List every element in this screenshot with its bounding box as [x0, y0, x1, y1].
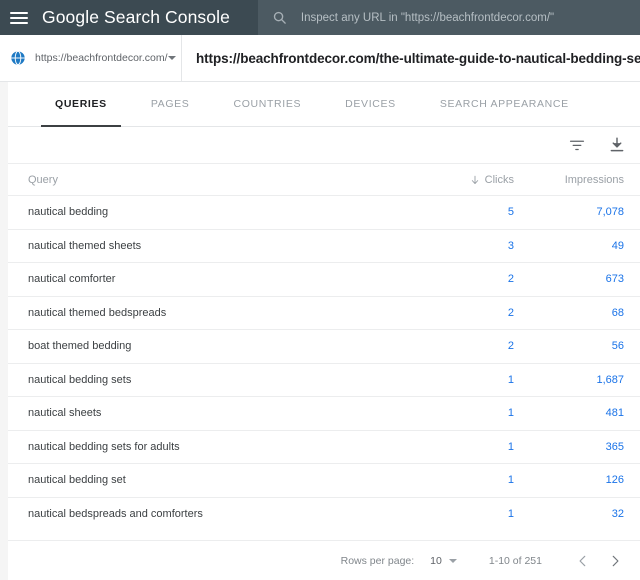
rows-per-page-label: Rows per page:: [340, 554, 415, 567]
cell-impressions[interactable]: 126: [514, 474, 624, 486]
search-icon: [273, 11, 286, 24]
cell-query: nautical themed bedspreads: [28, 306, 167, 319]
app-brand: Google Search Console: [42, 7, 230, 28]
table-row[interactable]: nautical sheets 1 481: [8, 396, 640, 430]
performance-card: QUERIES PAGES COUNTRIES DEVICES SEARCH A…: [8, 82, 640, 580]
url-inspection-search[interactable]: Inspect any URL in "https://beachfrontde…: [257, 0, 640, 35]
table-row[interactable]: nautical bedding 5 7,078: [8, 195, 640, 229]
cell-query: nautical comforter: [28, 273, 116, 286]
brand-product: Search Console: [104, 7, 230, 27]
globe-icon: [11, 50, 25, 66]
cell-clicks[interactable]: 1: [394, 441, 514, 453]
cell-clicks[interactable]: 2: [394, 340, 514, 352]
page-body: QUERIES PAGES COUNTRIES DEVICES SEARCH A…: [0, 82, 640, 580]
next-page-button[interactable]: [604, 550, 626, 572]
chevron-right-icon: [612, 555, 619, 566]
cell-query: nautical bedding: [28, 206, 109, 219]
tab-pages-label: PAGES: [150, 98, 190, 110]
cell-clicks[interactable]: 5: [394, 206, 514, 218]
dimension-tabs: QUERIES PAGES COUNTRIES DEVICES SEARCH A…: [8, 82, 640, 127]
cell-impressions[interactable]: 673: [514, 273, 624, 285]
table-row[interactable]: nautical bedding set 1 126: [8, 463, 640, 497]
table-row[interactable]: nautical themed bedspreads 2 68: [8, 295, 640, 330]
chevron-left-icon: [579, 555, 586, 566]
column-header-impressions[interactable]: Impressions: [514, 174, 624, 186]
cell-impressions[interactable]: 32: [514, 508, 624, 520]
cell-clicks[interactable]: 3: [394, 240, 514, 252]
prev-page-button[interactable]: [572, 550, 594, 572]
cell-impressions[interactable]: 68: [514, 307, 624, 319]
chevron-down-icon[interactable]: [167, 56, 176, 60]
search-input-placeholder[interactable]: Inspect any URL in "https://beachfrontde…: [301, 12, 554, 24]
cell-query: nautical bedspreads and comforters: [28, 507, 203, 520]
tab-countries-label: COUNTRIES: [233, 98, 302, 110]
cell-query: nautical sheets: [28, 407, 102, 420]
app-bar: Google Search Console Inspect any URL in…: [0, 0, 640, 35]
cell-impressions[interactable]: 481: [514, 407, 624, 419]
column-header-query: Query: [28, 173, 58, 186]
cell-impressions[interactable]: 56: [514, 340, 624, 352]
cell-query: nautical bedding sets: [28, 373, 132, 386]
cell-clicks[interactable]: 1: [394, 474, 514, 486]
page-title: https://beachfrontdecor.com/the-ultimate…: [196, 50, 640, 66]
column-header-clicks-label: Clicks: [484, 173, 514, 186]
table-pagination: Rows per page: 10 1-10 of 251: [8, 540, 640, 580]
download-icon[interactable]: [608, 136, 626, 154]
table-row[interactable]: nautical bedspreads and comforters 1 32: [8, 496, 640, 531]
cell-impressions[interactable]: 365: [514, 441, 624, 453]
table-row[interactable]: nautical themed sheets 3 49: [8, 228, 640, 263]
table-row[interactable]: nautical bedding sets for adults 1 365: [8, 429, 640, 464]
table-header-row: Query Clicks Impressions: [8, 163, 640, 195]
tab-devices[interactable]: DEVICES: [323, 82, 418, 126]
cell-query: nautical bedding sets for adults: [28, 440, 180, 453]
cell-clicks[interactable]: 2: [394, 307, 514, 319]
tab-search-appearance[interactable]: SEARCH APPEARANCE: [418, 82, 591, 126]
pagination-range: 1-10 of 251: [488, 554, 542, 567]
cell-clicks[interactable]: 1: [394, 407, 514, 419]
filter-icon[interactable]: [568, 136, 586, 154]
tab-countries[interactable]: COUNTRIES: [211, 82, 323, 126]
cell-query: nautical themed sheets: [28, 239, 142, 252]
cell-impressions[interactable]: 1,687: [514, 374, 624, 386]
tab-queries[interactable]: QUERIES: [33, 82, 129, 127]
cell-clicks[interactable]: 2: [394, 273, 514, 285]
property-url-bar: https://beachfrontdecor.com/ https://bea…: [0, 35, 640, 82]
rows-per-page-value[interactable]: 10: [430, 555, 442, 567]
property-selector[interactable]: https://beachfrontdecor.com/: [0, 35, 182, 81]
tab-devices-label: DEVICES: [345, 98, 396, 110]
queries-table: Query Clicks Impressions nautical beddin…: [8, 163, 640, 540]
arrow-down-icon: [471, 175, 478, 184]
table-row[interactable]: nautical bedding sets 1 1,687: [8, 362, 640, 397]
cell-impressions[interactable]: 49: [514, 240, 624, 252]
table-toolbar: [8, 127, 640, 163]
cell-clicks[interactable]: 1: [394, 508, 514, 520]
hamburger-icon[interactable]: [8, 7, 30, 29]
tab-queries-label: QUERIES: [55, 98, 107, 110]
chevron-down-icon[interactable]: [448, 558, 457, 563]
cell-clicks[interactable]: 1: [394, 374, 514, 386]
property-label: https://beachfrontdecor.com/: [35, 52, 168, 64]
column-header-clicks[interactable]: Clicks: [394, 174, 514, 186]
brand-google: Google: [42, 7, 100, 27]
cell-impressions[interactable]: 7,078: [514, 206, 624, 218]
table-row[interactable]: nautical comforter 2 673: [8, 262, 640, 296]
cell-query: nautical bedding set: [28, 474, 126, 487]
tab-pages[interactable]: PAGES: [129, 82, 212, 126]
tab-search-appearance-label: SEARCH APPEARANCE: [439, 98, 569, 110]
table-row[interactable]: boat themed bedding 2 56: [8, 329, 640, 363]
cell-query: boat themed bedding: [28, 340, 132, 353]
